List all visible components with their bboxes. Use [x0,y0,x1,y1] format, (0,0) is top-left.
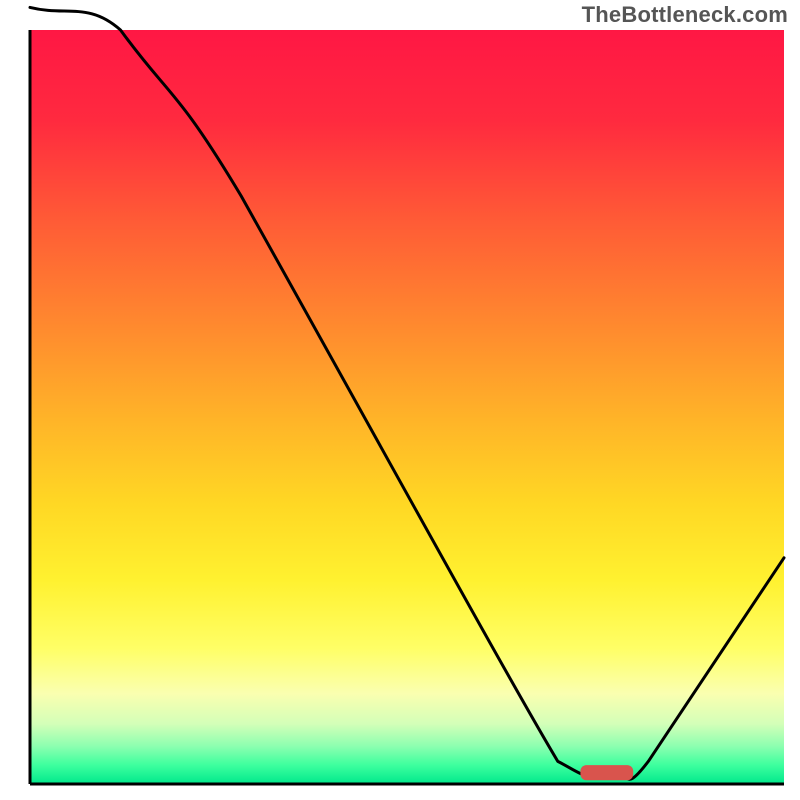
chart-background [30,30,784,784]
bottleneck-chart [0,0,800,800]
optimal-zone-marker [580,765,633,780]
watermark-text: TheBottleneck.com [582,2,788,28]
chart-container: TheBottleneck.com [0,0,800,800]
